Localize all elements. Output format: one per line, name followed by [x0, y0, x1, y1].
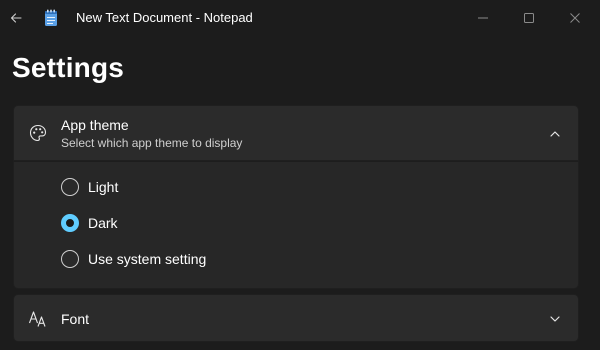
chevron-up-icon[interactable]	[548, 127, 562, 141]
radio-label: Dark	[88, 215, 118, 231]
maximize-button[interactable]	[506, 0, 552, 36]
minimize-icon	[478, 17, 488, 19]
radio-label: Use system setting	[88, 251, 207, 267]
radio-option-light[interactable]: Light	[61, 175, 118, 199]
font-expander[interactable]: Font	[13, 294, 579, 342]
minimize-button[interactable]	[460, 0, 506, 36]
back-arrow-icon	[10, 13, 22, 23]
radio-button-selected[interactable]	[61, 214, 79, 232]
back-button[interactable]	[0, 0, 32, 36]
app-theme-title: App theme	[61, 117, 129, 133]
font-icon	[28, 309, 48, 329]
font-title: Font	[61, 311, 90, 327]
page-title: Settings	[12, 52, 125, 83]
radio-button[interactable]	[61, 178, 79, 196]
close-icon	[570, 13, 580, 23]
maximize-icon	[524, 13, 534, 23]
chevron-down-icon[interactable]	[548, 312, 562, 326]
palette-icon	[28, 123, 48, 143]
notepad-window: New Text Document - Notepad Settings App…	[0, 0, 600, 350]
radio-option-dark[interactable]: Dark	[61, 211, 118, 235]
app-theme-options: Light Dark Use system setting	[13, 161, 579, 289]
notepad-icon	[45, 9, 57, 26]
radio-option-system[interactable]: Use system setting	[61, 247, 206, 271]
window-title: New Text Document - Notepad	[76, 10, 253, 25]
app-theme-expander[interactable]: App theme Select which app theme to disp…	[13, 105, 579, 161]
title-bar: New Text Document - Notepad	[0, 0, 600, 36]
radio-button[interactable]	[61, 250, 79, 268]
radio-label: Light	[88, 179, 119, 195]
close-button[interactable]	[552, 0, 598, 36]
app-theme-subtitle: Select which app theme to display	[61, 136, 243, 150]
